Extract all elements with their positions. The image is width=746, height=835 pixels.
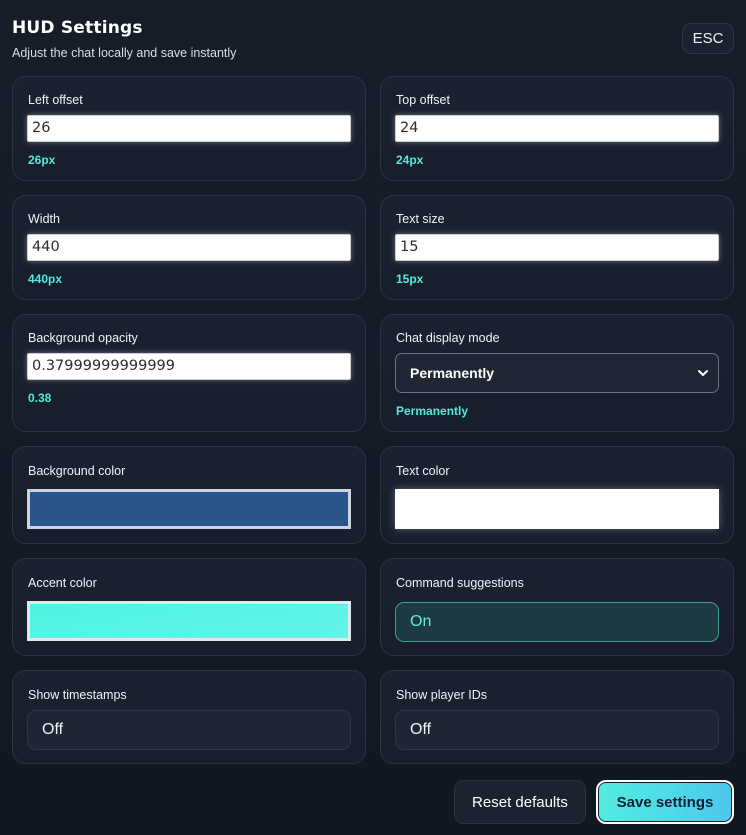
background-opacity-input[interactable]: 0.37999999999999 [27, 353, 351, 380]
text-color-picker[interactable] [395, 489, 719, 529]
background-opacity-hint: 0.38 [28, 391, 52, 405]
chevron-down-icon [698, 370, 708, 376]
chat-display-mode-select[interactable]: Permanently [395, 353, 719, 393]
accent-color-label: Accent color [28, 576, 97, 590]
width-hint: 440px [28, 272, 63, 286]
header: HUD Settings Adjust the chat locally and… [12, 18, 236, 60]
page-title: HUD Settings [12, 18, 143, 38]
command-suggestions-label: Command suggestions [396, 576, 524, 590]
card-command-suggestions: Command suggestions On [380, 558, 734, 656]
card-chat-display-mode: Chat display mode Permanently Permanentl… [380, 314, 734, 432]
card-accent-color: Accent color [12, 558, 366, 656]
left-offset-hint: 26px [28, 153, 56, 167]
text-color-label: Text color [396, 464, 450, 478]
esc-button[interactable]: ESC [682, 23, 734, 54]
chat-display-mode-label: Chat display mode [396, 331, 500, 345]
chat-display-mode-selected: Permanently [410, 365, 495, 381]
card-width: Width 440 440px [12, 195, 366, 300]
chat-display-mode-hint: Permanently [396, 404, 469, 418]
reset-defaults-button[interactable]: Reset defaults [454, 780, 586, 824]
show-timestamps-toggle[interactable]: Off [27, 710, 351, 750]
card-background-opacity: Background opacity 0.37999999999999 0.38 [12, 314, 366, 432]
card-show-player-ids: Show player IDs Off [380, 670, 734, 764]
text-size-hint: 15px [396, 272, 424, 286]
hud-settings-panel: HUD Settings Adjust the chat locally and… [0, 0, 746, 835]
card-text-size: Text size 15 15px [380, 195, 734, 300]
left-offset-input[interactable]: 26 [27, 115, 351, 142]
show-player-ids-label: Show player IDs [396, 688, 488, 702]
card-left-offset: Left offset 26 26px [12, 76, 366, 181]
left-offset-label: Left offset [28, 93, 83, 107]
top-offset-input[interactable]: 24 [395, 115, 719, 142]
save-settings-button[interactable]: Save settings [596, 780, 734, 824]
card-top-offset: Top offset 24 24px [380, 76, 734, 181]
text-size-input[interactable]: 15 [395, 234, 719, 261]
accent-color-picker[interactable] [27, 601, 351, 641]
background-color-label: Background color [28, 464, 126, 478]
show-player-ids-toggle[interactable]: Off [395, 710, 719, 750]
width-label: Width [28, 212, 60, 226]
text-size-label: Text size [396, 212, 445, 226]
top-offset-label: Top offset [396, 93, 450, 107]
card-text-color: Text color [380, 446, 734, 544]
background-opacity-label: Background opacity [28, 331, 138, 345]
card-background-color: Background color [12, 446, 366, 544]
card-show-timestamps: Show timestamps Off [12, 670, 366, 764]
top-offset-hint: 24px [396, 153, 424, 167]
page-subtitle: Adjust the chat locally and save instant… [12, 46, 237, 60]
background-color-picker[interactable] [27, 489, 351, 529]
show-timestamps-label: Show timestamps [28, 688, 127, 702]
width-input[interactable]: 440 [27, 234, 351, 261]
command-suggestions-toggle[interactable]: On [395, 602, 719, 642]
